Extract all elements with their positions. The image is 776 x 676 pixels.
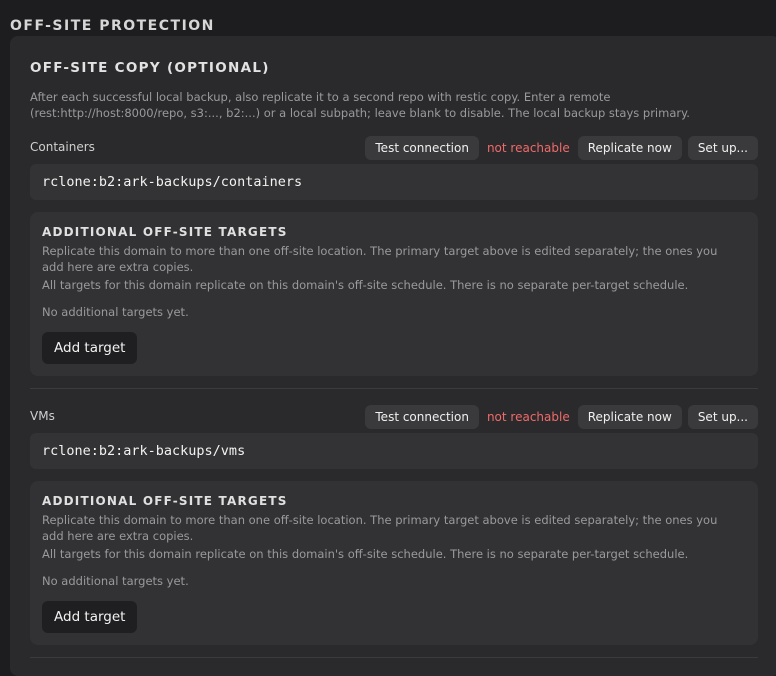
targets-schedule-note: All targets for this domain replicate on… [42,278,689,292]
panel-heading: OFF-SITE COPY (OPTIONAL) [30,60,270,76]
targets-title: ADDITIONAL OFF-SITE TARGETS [42,494,288,508]
replicate-now-button[interactable]: Replicate now [577,405,682,429]
test-connection-button[interactable]: Test connection [365,405,479,429]
targets-empty-text: No additional targets yet. [42,574,189,588]
domain-divider [30,657,758,658]
additional-targets-box: ADDITIONAL OFF-SITE TARGETS Replicate th… [30,212,758,376]
domain-label: VMs [30,409,55,423]
add-target-button[interactable]: Add target [42,601,138,633]
domain-label: Containers [30,140,95,154]
targets-title: ADDITIONAL OFF-SITE TARGETS [42,225,288,239]
set-up-button[interactable]: Set up... [687,405,758,429]
targets-description: Replicate this domain to more than one o… [42,513,718,543]
domain-toolbar: Test connection not reachable Replicate … [365,405,758,429]
panel-description: After each successful local backup, also… [30,90,690,120]
targets-description: Replicate this domain to more than one o… [42,244,718,274]
additional-targets-box: ADDITIONAL OFF-SITE TARGETS Replicate th… [30,481,758,645]
add-target-button[interactable]: Add target [42,332,138,364]
remote-input[interactable]: rclone:b2:ark-backups/containers [30,164,758,200]
domain-toolbar: Test connection not reachable Replicate … [365,136,758,160]
section-title: OFF-SITE PROTECTION [10,18,215,34]
test-connection-button[interactable]: Test connection [365,136,479,160]
set-up-button[interactable]: Set up... [687,136,758,160]
targets-empty-text: No additional targets yet. [42,305,189,319]
remote-input[interactable]: rclone:b2:ark-backups/vms [30,433,758,469]
connection-status: not reachable [486,141,570,155]
connection-status: not reachable [486,410,570,424]
replicate-now-button[interactable]: Replicate now [577,136,682,160]
targets-schedule-note: All targets for this domain replicate on… [42,547,689,561]
domain-divider [30,388,758,389]
off-site-copy-panel: OFF-SITE COPY (OPTIONAL) After each succ… [10,36,776,676]
